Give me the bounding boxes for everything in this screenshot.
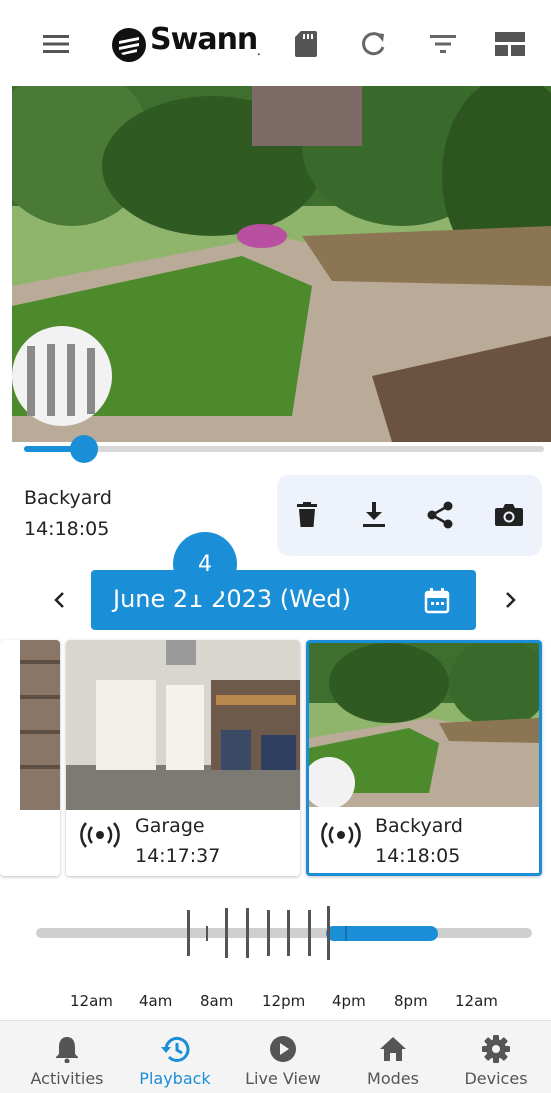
calendar-icon[interactable] — [424, 588, 450, 614]
share-icon[interactable] — [422, 497, 458, 533]
timeline-label: 4pm — [332, 992, 366, 1010]
refresh-icon[interactable] — [358, 28, 390, 60]
camera-name: Backyard — [24, 487, 112, 509]
nav-label: Activities — [30, 1069, 104, 1088]
clip-time: 14:18:05 — [375, 845, 461, 867]
clip-time: 14:17:37 — [135, 845, 221, 867]
nav-playback[interactable]: Playback — [120, 1021, 230, 1093]
sd-card-icon[interactable] — [290, 28, 322, 60]
gear-icon — [480, 1033, 512, 1065]
date-label: June 21 2023 (Wed) — [113, 585, 351, 613]
event-marker[interactable] — [225, 908, 228, 958]
step-badge: 4 — [173, 532, 237, 596]
clip-card[interactable]: Garage 14:17:37 — [66, 640, 300, 876]
timeline-label: 8pm — [394, 992, 428, 1010]
playback-scrubber-track[interactable] — [24, 446, 544, 452]
next-day-button[interactable] — [496, 585, 526, 615]
nav-live-view[interactable]: Live View — [228, 1021, 338, 1093]
clip-card-selected[interactable]: Backyard 14:18:05 — [306, 640, 542, 876]
video-player[interactable] — [12, 86, 551, 442]
timeline-label: 12am — [455, 992, 498, 1010]
timeline-track[interactable] — [36, 928, 532, 938]
bottom-navigation: Activities Playback Live View Modes Devi… — [0, 1020, 551, 1093]
brand-logo: Swann. — [150, 22, 260, 57]
nav-label: Playback — [139, 1069, 211, 1088]
layout-icon[interactable] — [494, 28, 526, 60]
garage-thumbnail — [66, 640, 300, 810]
motion-event-icon — [80, 822, 120, 848]
timeline-selection[interactable] — [326, 926, 438, 941]
timeline-label: 4am — [139, 992, 173, 1010]
playback-scrubber-handle[interactable] — [70, 435, 98, 463]
camera-time: 14:18:05 — [24, 518, 110, 540]
event-marker[interactable] — [308, 910, 311, 956]
event-marker[interactable] — [287, 910, 290, 956]
event-marker[interactable] — [187, 910, 190, 956]
clip-card-partial[interactable] — [0, 640, 60, 876]
brand-name: Swann — [150, 22, 258, 57]
swann-logo-icon — [110, 26, 148, 64]
delete-icon[interactable] — [289, 497, 325, 533]
camera-snapshot-icon[interactable] — [491, 497, 527, 533]
timeline-label: 12am — [70, 992, 113, 1010]
backyard-thumbnail — [309, 643, 539, 807]
timeline-label: 12pm — [262, 992, 306, 1010]
download-icon[interactable] — [356, 497, 392, 533]
menu-icon[interactable] — [40, 28, 72, 60]
nav-activities[interactable]: Activities — [12, 1021, 122, 1093]
brand-mark: . — [257, 48, 260, 57]
nav-label: Devices — [464, 1069, 528, 1088]
filter-icon[interactable] — [427, 28, 459, 60]
event-marker[interactable] — [206, 926, 208, 941]
home-icon — [377, 1033, 409, 1065]
clip-name: Backyard — [375, 815, 463, 837]
current-time-marker[interactable] — [327, 906, 330, 960]
event-marker[interactable] — [246, 908, 249, 958]
wood-wall-thumbnail — [20, 640, 60, 810]
nav-modes[interactable]: Modes — [338, 1021, 448, 1093]
app-header: Swann. — [0, 0, 551, 86]
play-circle-icon — [267, 1033, 299, 1065]
clip-actions-panel — [277, 475, 542, 556]
motion-event-icon — [321, 822, 361, 848]
timeline-label: 8am — [200, 992, 234, 1010]
previous-day-button[interactable] — [44, 585, 74, 615]
nav-label: Modes — [367, 1069, 419, 1088]
event-marker[interactable] — [267, 910, 270, 956]
nav-label: Live View — [245, 1069, 321, 1088]
chevron-right-icon — [506, 592, 516, 608]
nav-devices[interactable]: Devices — [441, 1021, 551, 1093]
event-marker[interactable] — [345, 926, 347, 941]
backyard-video-frame — [12, 86, 551, 442]
chevron-left-icon — [54, 592, 64, 608]
bell-icon — [51, 1033, 83, 1065]
history-icon — [159, 1033, 191, 1065]
clip-name: Garage — [135, 815, 205, 837]
date-selector[interactable]: June 21 2023 (Wed) — [91, 570, 476, 630]
